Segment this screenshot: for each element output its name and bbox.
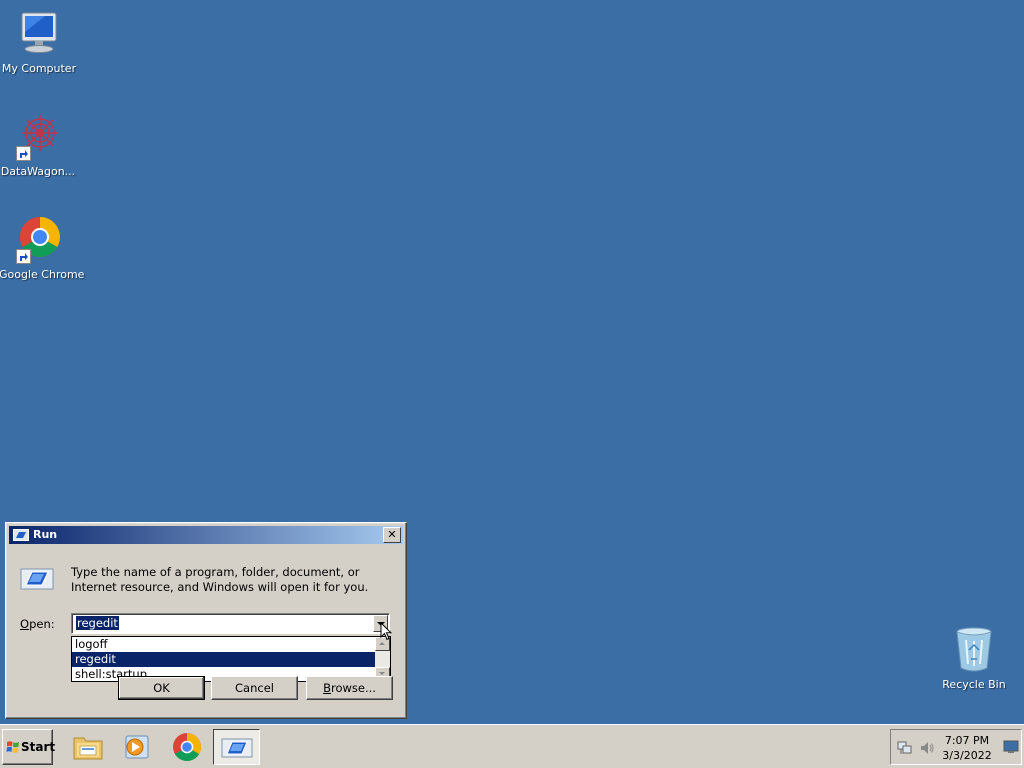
run-dialog: Run ✕ Type the name of a program, folder… bbox=[5, 522, 407, 719]
desktop-icon-datawagon[interactable]: DataWagon... bbox=[0, 113, 77, 178]
datawagon-icon bbox=[14, 113, 62, 161]
desktop-icon-my-computer[interactable]: My Computer bbox=[0, 10, 78, 75]
show-desktop-icon[interactable] bbox=[1003, 740, 1019, 757]
desktop-icon-recycle-bin[interactable]: Recycle Bin bbox=[935, 626, 1013, 691]
clock-time: 7:07 PM bbox=[944, 734, 990, 747]
computer-icon bbox=[15, 10, 63, 58]
volume-icon[interactable] bbox=[919, 740, 935, 759]
windows-logo-icon bbox=[6, 740, 20, 757]
open-label: Open: bbox=[20, 617, 55, 631]
run-description: Type the name of a program, folder, docu… bbox=[71, 565, 369, 594]
desktop-icon-label: My Computer bbox=[1, 62, 77, 75]
history-option-selected[interactable]: regedit bbox=[72, 652, 376, 667]
start-button[interactable]: Start bbox=[2, 729, 56, 765]
run-icon bbox=[13, 529, 29, 547]
taskbar-media-player[interactable] bbox=[114, 729, 158, 765]
desktop-icon-label: Recycle Bin bbox=[942, 678, 1006, 691]
clock-date: 3/3/2022 bbox=[942, 749, 992, 762]
close-button[interactable]: ✕ bbox=[383, 527, 401, 543]
browse-button[interactable]: Browse... bbox=[306, 676, 393, 700]
mouse-pointer-icon bbox=[380, 621, 393, 644]
open-combobox[interactable]: regedit bbox=[71, 613, 390, 634]
system-tray: 7:07 PM 3/3/2022 bbox=[890, 729, 1022, 765]
shortcut-arrow-icon bbox=[16, 146, 31, 161]
shortcut-arrow-icon bbox=[16, 249, 31, 264]
run-program-icon bbox=[20, 567, 54, 594]
ok-button[interactable]: OK bbox=[118, 676, 205, 700]
desktop-icon-google-chrome[interactable]: Google Chrome bbox=[0, 216, 85, 281]
run-dialog-title: Run bbox=[33, 528, 58, 541]
network-icon[interactable] bbox=[897, 740, 913, 759]
desktop-icon-label: Google Chrome bbox=[0, 268, 85, 281]
clock[interactable]: 7:07 PM 3/3/2022 bbox=[937, 733, 997, 763]
start-label: Start bbox=[21, 740, 56, 754]
taskbar-chrome[interactable] bbox=[164, 729, 208, 765]
chrome-icon bbox=[14, 216, 62, 264]
recycle-bin-icon bbox=[950, 626, 998, 674]
desktop-icon-label: DataWagon... bbox=[0, 165, 76, 178]
cancel-button[interactable]: Cancel bbox=[211, 676, 298, 700]
open-input-value[interactable]: regedit bbox=[76, 616, 119, 630]
taskbar-file-explorer[interactable] bbox=[65, 729, 109, 765]
close-icon: ✕ bbox=[387, 528, 397, 541]
history-option[interactable]: logoff bbox=[72, 637, 376, 652]
taskbar: Start 7:07 PM 3/3/2022 bbox=[0, 724, 1024, 768]
taskbar-run[interactable] bbox=[213, 729, 260, 765]
run-dialog-titlebar[interactable]: Run ✕ bbox=[9, 526, 403, 544]
